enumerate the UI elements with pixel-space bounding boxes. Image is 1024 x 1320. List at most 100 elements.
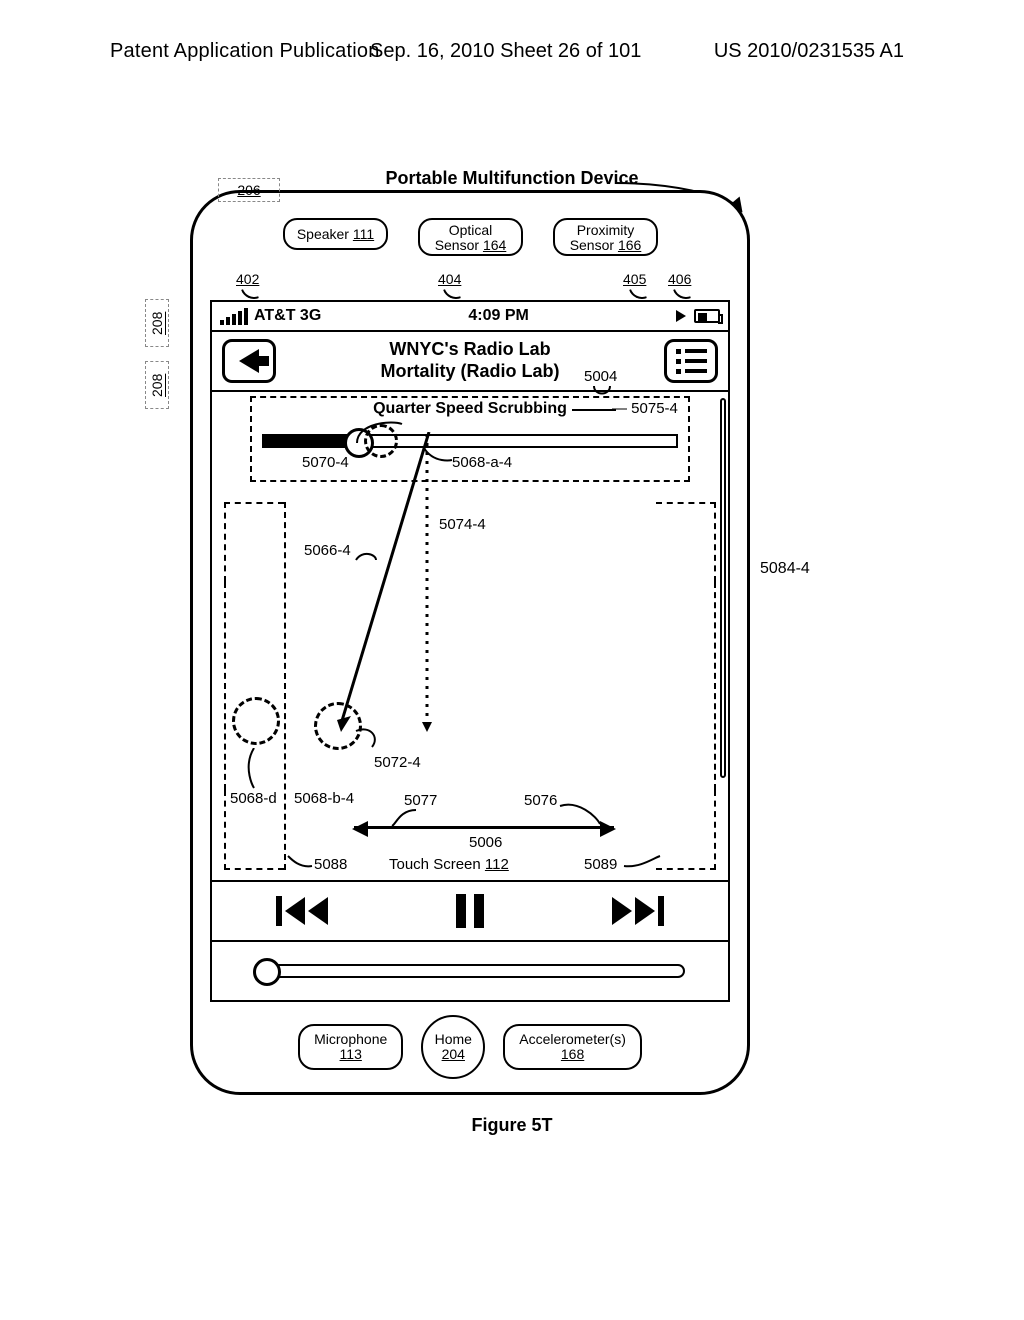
page: Patent Application Publication Sep. 16, … (0, 0, 1024, 1320)
ref-5068-b-4: 5068-b-4 (294, 790, 354, 807)
hook-5068d (246, 748, 264, 792)
hook-5066 (354, 548, 378, 566)
device-title: Portable Multifunction Device (0, 168, 1024, 189)
nav-row: WNYC's Radio Lab Mortality (Radio Lab) (212, 332, 728, 392)
optical-l2: Sensor (435, 237, 479, 253)
ref-208-b: 208 (145, 361, 169, 409)
list-icon (676, 349, 707, 354)
prox-l2: Sensor (570, 237, 614, 253)
next-tri2-icon (635, 897, 655, 925)
volume-track[interactable] (255, 964, 685, 978)
prev-tri1-icon (285, 897, 305, 925)
hook-5088 (286, 854, 316, 872)
home-num: 204 (442, 1047, 465, 1062)
ref-5072-4: 5072-4 (374, 754, 421, 771)
status-right (676, 309, 720, 323)
status-bar: AT&T 3G 4:09 PM (212, 302, 728, 332)
ref-206: 206 (218, 178, 280, 202)
line-5075 (572, 404, 616, 416)
list-icon-2 (676, 359, 707, 364)
accel-label: Accelerometer(s) (519, 1032, 626, 1047)
ref-405: 405 (623, 271, 646, 287)
ref-5006: 5006 (469, 834, 502, 851)
corner-tl (224, 502, 284, 582)
prox-num: 166 (618, 237, 641, 253)
expanded-region: 5074-4 5066-4 5072-4 5068-d (224, 502, 716, 870)
content-area: Quarter Speed Scrubbing 5070-4 5068-a-4 … (212, 392, 728, 880)
header-center: Sep. 16, 2010 Sheet 26 of 101 (370, 40, 641, 63)
optical-sensor-pill: Optical Sensor 164 (418, 218, 523, 256)
status-left: AT&T 3G (220, 307, 321, 325)
ref-5077: 5077 (404, 792, 437, 809)
home-button[interactable]: Home 204 (421, 1015, 485, 1079)
tracklist-button[interactable] (664, 339, 718, 383)
accel-num: 168 (519, 1047, 626, 1062)
clock-label: 4:09 PM (468, 307, 528, 325)
ref-402: 402 (236, 271, 259, 287)
ref-5088: 5088 (314, 856, 347, 873)
scrub-track[interactable] (262, 434, 678, 448)
now-playing-title: WNYC's Radio Lab Mortality (Radio Lab) (381, 339, 560, 382)
mic-label: Microphone (314, 1032, 387, 1047)
pause-bar2-icon (474, 894, 484, 928)
pause-bar1-icon (456, 894, 466, 928)
ref-5068-a-4: 5068-a-4 (452, 454, 512, 471)
touch-5068-d (232, 697, 280, 745)
ref-5068-d: 5068-d (230, 790, 277, 807)
line-5066 (329, 432, 449, 732)
volume-row (212, 940, 728, 1000)
prev-button[interactable] (276, 896, 328, 926)
ref-208-a: 208 (145, 299, 169, 347)
volume-knob[interactable] (253, 958, 281, 986)
side-r (714, 582, 716, 790)
corner-br (656, 790, 716, 870)
corner-tr (656, 502, 716, 582)
tail-5072 (354, 727, 384, 751)
back-button[interactable] (222, 339, 276, 383)
back-arrow-icon (239, 349, 259, 373)
ref-5066-4: 5066-4 (304, 542, 351, 559)
ref-404: 404 (438, 271, 461, 287)
device-frame: 206 208 208 Speaker 111 Optical Sensor 1… (190, 190, 750, 1095)
ref-5089: 5089 (584, 856, 617, 873)
list-icon-3 (676, 369, 707, 374)
playing-icon (676, 310, 686, 322)
hook-5089 (622, 854, 662, 872)
prev-bar-icon (276, 896, 282, 926)
carrier-label: AT&T 3G (254, 307, 321, 325)
battery-icon (694, 309, 720, 323)
proximity-sensor-pill: Proximity Sensor 166 (553, 218, 658, 256)
header-left: Patent Application Publication (110, 40, 380, 63)
speaker-pill: Speaker 111 (283, 218, 388, 250)
title-line2: Mortality (Radio Lab) (381, 361, 560, 383)
transport-row (212, 880, 728, 940)
signal-bars-icon (220, 308, 248, 325)
ref-406: 406 (668, 271, 691, 287)
mic-num: 113 (314, 1047, 387, 1062)
optical-l1: Optical (420, 223, 521, 238)
touch-screen-label: Touch Screen 112 (389, 856, 509, 873)
title-line1: WNYC's Radio Lab (381, 339, 560, 361)
bottom-row: Microphone 113 Home 204 Accelerometer(s)… (193, 1017, 747, 1077)
figure-caption: Figure 5T (0, 1115, 1024, 1136)
hook-5077 (390, 808, 420, 828)
accelerometer-pill: Accelerometer(s) 168 (503, 1024, 642, 1071)
hook-5076 (558, 802, 602, 828)
prox-l1: Proximity (555, 223, 656, 238)
microphone-pill: Microphone 113 (298, 1024, 403, 1071)
optical-num: 164 (483, 237, 506, 253)
speaker-label: Speaker (297, 226, 349, 242)
home-label: Home (435, 1032, 472, 1047)
inner-dash-5088 (284, 502, 286, 870)
touch-screen[interactable]: AT&T 3G 4:09 PM WNYC's Radio Lab Mortali… (210, 300, 730, 1002)
next-tri1-icon (612, 897, 632, 925)
ref-5075-4: — 5075-4 (612, 400, 678, 417)
ref-5004: 5004 (584, 368, 617, 385)
next-button[interactable] (612, 896, 664, 926)
pause-button[interactable] (456, 894, 484, 928)
speaker-num: 111 (353, 226, 374, 242)
side-l (224, 582, 226, 790)
ref-5084-4: 5084-4 (760, 560, 810, 578)
ref-5076: 5076 (524, 792, 557, 809)
next-bar-icon (658, 896, 664, 926)
